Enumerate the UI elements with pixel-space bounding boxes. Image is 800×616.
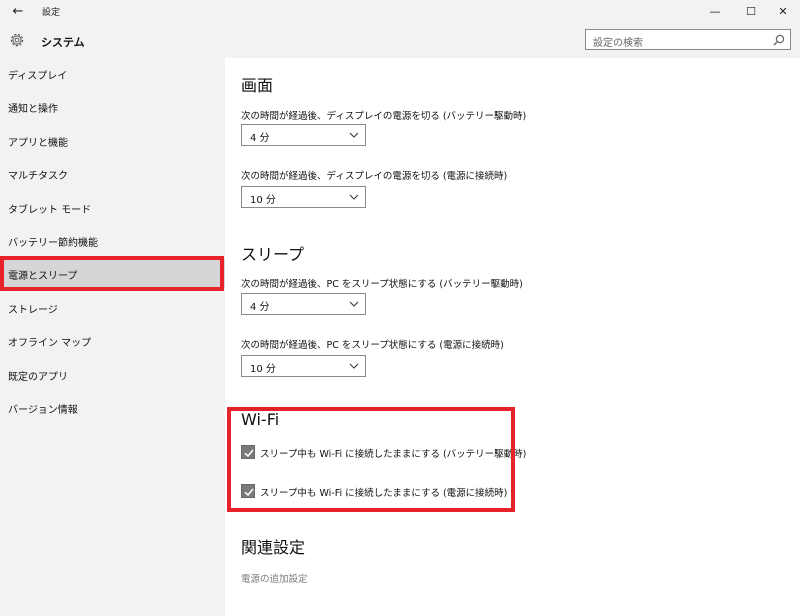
gear-icon — [10, 33, 24, 47]
wifi-battery-label: スリープ中も Wi-Fi に接続したままにする (バッテリー駆動時) — [260, 449, 527, 460]
page-title: システム — [41, 36, 85, 49]
search-icon[interactable] — [772, 33, 786, 47]
checkmark-icon — [244, 449, 254, 458]
main-content: 画面 次の時間が経過後、ディスプレイの電源を切る (バッテリー駆動時) 4 分 … — [225, 58, 800, 616]
search-input[interactable]: 設定の検索 — [585, 29, 791, 50]
maximize-button[interactable]: ☐ — [734, 1, 768, 23]
wifi-plugged-checkbox[interactable] — [241, 484, 255, 498]
wifi-battery-checkbox[interactable] — [241, 445, 255, 459]
additional-power-settings-link[interactable]: 電源の追加設定 — [241, 571, 308, 585]
sleep-battery-label: 次の時間が経過後、PC をスリープ状態にする (バッテリー駆動時) — [241, 279, 523, 290]
sleep-battery-dropdown[interactable]: 4 分 — [241, 293, 366, 315]
screen-battery-label: 次の時間が経過後、ディスプレイの電源を切る (バッテリー駆動時) — [241, 111, 527, 122]
screen-heading: 画面 — [241, 76, 274, 95]
close-button[interactable]: ✕ — [766, 1, 800, 23]
sidebar-item-label: マルチタスク — [8, 171, 68, 182]
sidebar-item-label: バッテリー節約機能 — [8, 238, 98, 249]
title-bar: ← 設定 — ☐ ✕ — [0, 0, 800, 24]
chevron-down-icon — [349, 363, 359, 369]
search-placeholder: 設定の検索 — [593, 38, 643, 49]
sidebar-item-multitasking[interactable]: マルチタスク — [0, 158, 225, 188]
page-header: システム 設定の検索 — [0, 24, 800, 58]
checkmark-icon — [244, 488, 254, 497]
sidebar-item-label: ディスプレイ — [8, 71, 68, 82]
sidebar-item-offline-maps[interactable]: オフライン マップ — [0, 325, 225, 355]
sidebar-item-power-sleep[interactable]: 電源とスリープ — [0, 258, 225, 288]
sidebar-item-tablet-mode[interactable]: タブレット モード — [0, 192, 225, 222]
chevron-down-icon — [349, 194, 359, 200]
dropdown-value: 4 分 — [250, 302, 270, 313]
sidebar-item-storage[interactable]: ストレージ — [0, 292, 225, 322]
sidebar-item-about[interactable]: バージョン情報 — [0, 392, 225, 422]
sidebar-item-label: アプリと機能 — [8, 138, 68, 149]
sidebar-item-label: オフライン マップ — [8, 338, 92, 349]
sleep-plugged-dropdown[interactable]: 10 分 — [241, 355, 366, 377]
sidebar-item-label: 既定のアプリ — [8, 372, 68, 383]
sleep-heading: スリープ — [241, 245, 305, 264]
related-settings-heading: 関連設定 — [241, 538, 306, 557]
chevron-down-icon — [349, 132, 359, 138]
sidebar-item-display[interactable]: ディスプレイ — [0, 58, 225, 88]
sidebar-item-label: タブレット モード — [8, 205, 92, 216]
dropdown-value: 10 分 — [250, 364, 276, 375]
sidebar-item-label: ストレージ — [8, 305, 58, 316]
chevron-down-icon — [349, 301, 359, 307]
sidebar-item-notifications[interactable]: 通知と操作 — [0, 91, 225, 121]
minimize-button[interactable]: — — [698, 1, 732, 23]
screen-plugged-dropdown[interactable]: 10 分 — [241, 186, 366, 208]
sleep-plugged-label: 次の時間が経過後、PC をスリープ状態にする (電源に接続時) — [241, 340, 504, 351]
back-button[interactable]: ← — [8, 3, 28, 21]
sidebar-item-battery-saver[interactable]: バッテリー節約機能 — [0, 225, 225, 255]
sidebar-item-default-apps[interactable]: 既定のアプリ — [0, 359, 225, 389]
sidebar-item-label: バージョン情報 — [8, 405, 78, 416]
sidebar-item-label: 電源とスリープ — [8, 271, 78, 282]
wifi-heading: Wi-Fi — [241, 410, 280, 429]
window-title: 設定 — [42, 8, 61, 18]
sidebar-item-label: 通知と操作 — [8, 104, 58, 115]
screen-plugged-label: 次の時間が経過後、ディスプレイの電源を切る (電源に接続時) — [241, 171, 508, 182]
wifi-plugged-label: スリープ中も Wi-Fi に接続したままにする (電源に接続時) — [260, 488, 508, 499]
dropdown-value: 10 分 — [250, 195, 276, 206]
screen-battery-dropdown[interactable]: 4 分 — [241, 124, 366, 146]
sidebar-item-apps[interactable]: アプリと機能 — [0, 125, 225, 155]
dropdown-value: 4 分 — [250, 133, 270, 144]
sidebar: ディスプレイ 通知と操作 アプリと機能 マルチタスク タブレット モード バッテ… — [0, 58, 225, 616]
